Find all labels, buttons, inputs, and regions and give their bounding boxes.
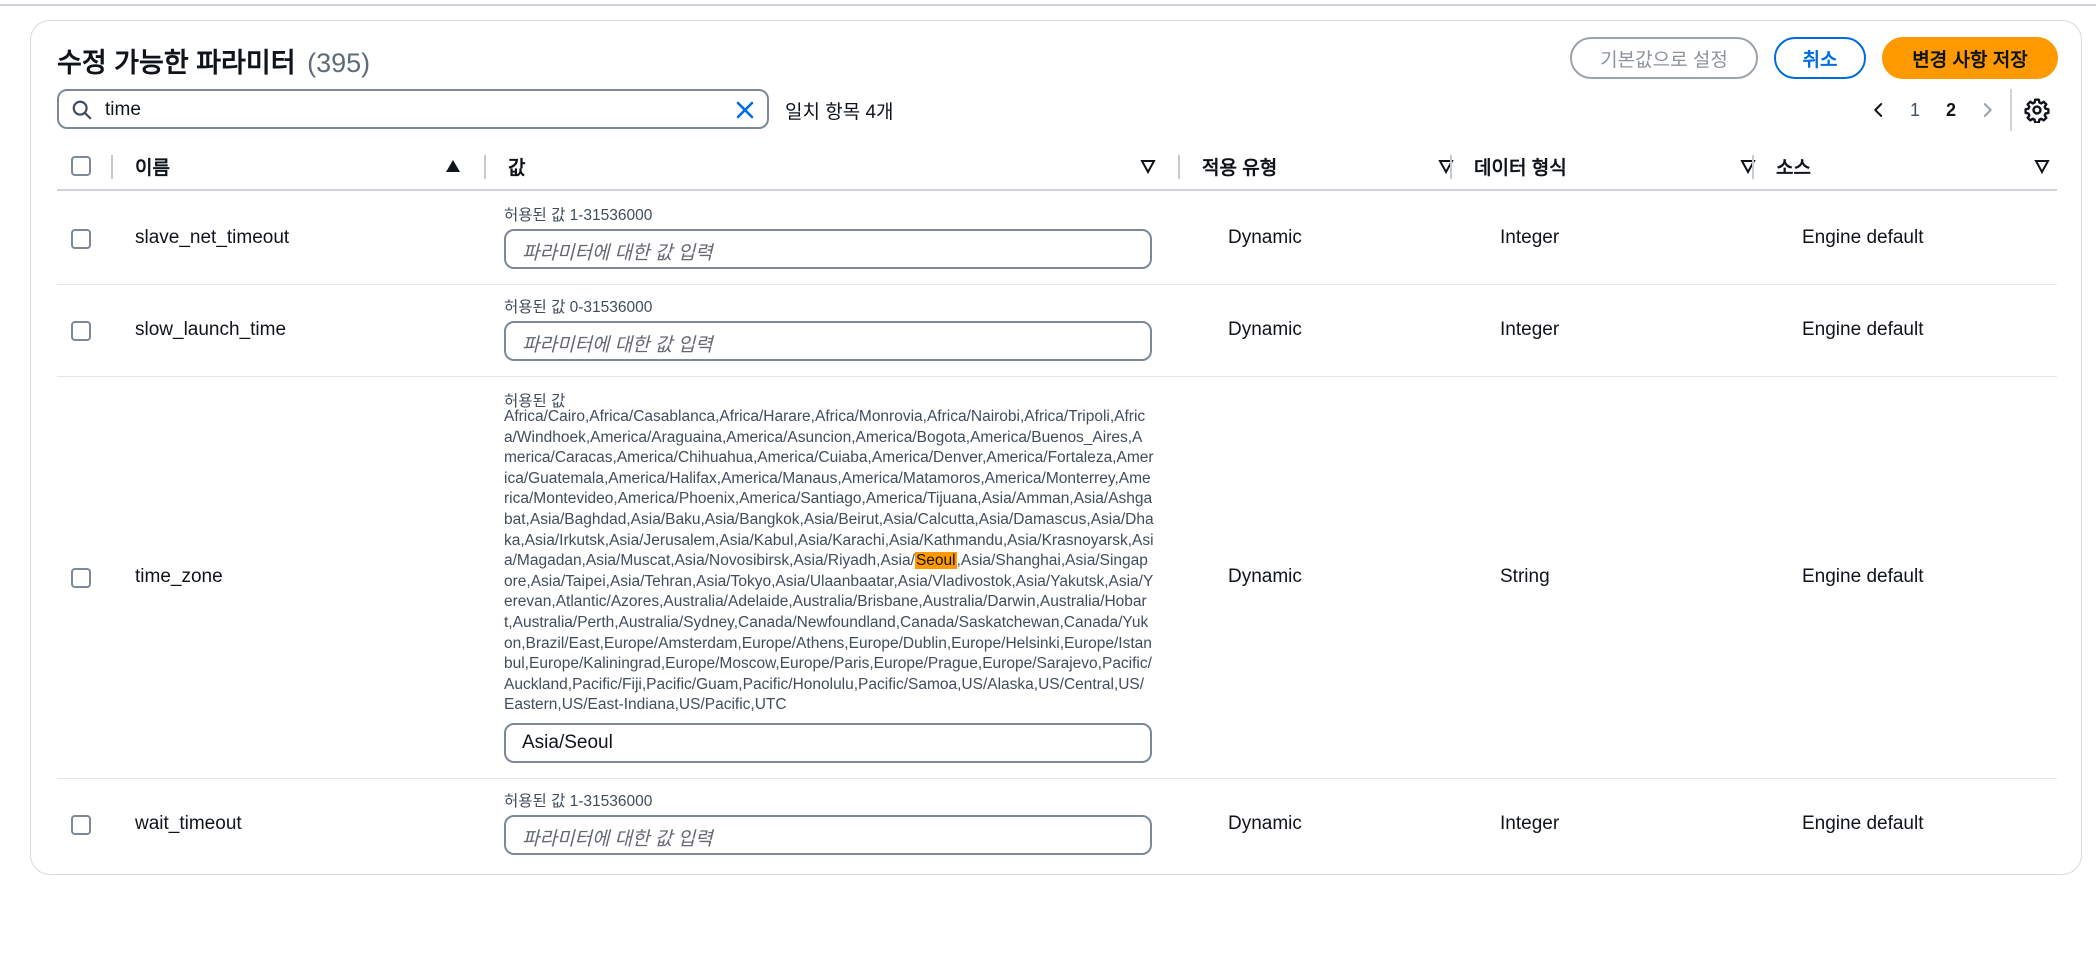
source: Engine default: [1802, 319, 1924, 340]
row-checkbox[interactable]: [71, 815, 91, 835]
table-row: slow_launch_time 허용된 값 0-31536000 파라미터에 …: [57, 285, 2057, 377]
pagination-divider: [2010, 89, 2012, 131]
row-checkbox[interactable]: [71, 568, 91, 588]
gear-icon[interactable]: [2024, 97, 2050, 123]
search-input[interactable]: time: [57, 89, 769, 129]
save-changes-button[interactable]: 변경 사항 저장: [1882, 37, 2058, 79]
sort-icon[interactable]: [2034, 158, 2050, 174]
column-header-value-label: 값: [508, 157, 526, 179]
parameter-name: slave_net_timeout: [135, 227, 290, 248]
parameter-value-input[interactable]: 파라미터에 대한 값 입력: [504, 229, 1152, 269]
column-divider: [1752, 155, 1754, 179]
apply-type: Dynamic: [1228, 566, 1302, 587]
column-header-apply-type-label: 적용 유형: [1202, 157, 1278, 179]
column-header-source-label: 소스: [1776, 157, 1811, 179]
search-match-highlight: Seoul: [914, 552, 957, 570]
column-header-value[interactable]: 값: [508, 143, 1178, 189]
page-1-button[interactable]: 1: [1897, 93, 1933, 127]
parameter-value-placeholder: 파라미터에 대한 값 입력: [522, 335, 713, 356]
parameter-count: (395): [307, 48, 371, 78]
column-divider: [1178, 155, 1180, 179]
apply-type: Dynamic: [1228, 227, 1302, 248]
allowed-values-text: ,Asia/Shanghai,Asia/Singapore,Asia/Taipe…: [504, 552, 1154, 714]
column-header-apply-type[interactable]: 적용 유형: [1202, 143, 1472, 189]
previous-page-button[interactable]: [1861, 93, 1897, 127]
data-type: Integer: [1500, 227, 1560, 248]
allowed-values-label: 허용된 값 0-31536000: [504, 299, 653, 316]
chevron-right-icon: [1983, 103, 1992, 117]
apply-type: Dynamic: [1228, 813, 1302, 834]
row-checkbox[interactable]: [71, 321, 91, 341]
apply-type: Dynamic: [1228, 319, 1302, 340]
editable-parameters-panel: 수정 가능한 파라미터 (395) 기본값으로 설정 취소 변경 사항 저장 t…: [30, 20, 2082, 875]
parameter-value-placeholder: 파라미터에 대한 값 입력: [522, 243, 713, 264]
parameter-value: Asia/Seoul: [522, 732, 613, 753]
table-row: time_zone 허용된 값 Africa/Cairo,Africa/Casa…: [57, 377, 2057, 779]
allowed-values-label: 허용된 값 1-31536000: [504, 793, 653, 810]
select-all-checkbox[interactable]: [71, 156, 91, 176]
reset-to-default-button[interactable]: 기본값으로 설정: [1570, 37, 1758, 79]
page-title-text: 수정 가능한 파라미터: [57, 48, 296, 78]
page-2-button[interactable]: 2: [1933, 93, 1969, 127]
column-divider: [111, 155, 113, 179]
parameter-value-input[interactable]: 파라미터에 대한 값 입력: [504, 321, 1152, 361]
next-page-button[interactable]: [1969, 93, 2005, 127]
parameter-value-input[interactable]: Asia/Seoul: [504, 723, 1152, 763]
search-input-value[interactable]: time: [105, 99, 141, 121]
allowed-values-list: Africa/Cairo,Africa/Casablanca,Africa/Ha…: [504, 407, 1154, 716]
column-divider: [1450, 155, 1452, 179]
pagination: 1 2: [1861, 93, 2005, 127]
search-icon: [72, 100, 92, 120]
parameter-value-placeholder: 파라미터에 대한 값 입력: [522, 829, 713, 850]
allowed-values-text: Africa/Cairo,Africa/Casablanca,Africa/Ha…: [504, 408, 1154, 570]
source: Engine default: [1802, 566, 1924, 587]
column-header-data-type[interactable]: 데이터 형식: [1474, 143, 1774, 189]
clear-search-icon[interactable]: [733, 98, 757, 122]
top-divider: [0, 0, 2096, 6]
column-header-name[interactable]: 이름: [135, 143, 465, 189]
table-row: wait_timeout 허용된 값 1-31536000 파라미터에 대한 값…: [57, 779, 2057, 871]
match-count-text: 일치 항목 4개: [785, 102, 894, 123]
parameter-name: slow_launch_time: [135, 319, 287, 340]
source: Engine default: [1802, 227, 1924, 248]
chevron-left-icon: [1874, 103, 1883, 117]
sort-ascending-icon[interactable]: [445, 158, 461, 174]
column-header-name-label: 이름: [135, 157, 170, 179]
table-row: slave_net_timeout 허용된 값 1-31536000 파라미터에…: [57, 193, 2057, 285]
allowed-values-label: 허용된 값 1-31536000: [504, 207, 653, 224]
page-title: 수정 가능한 파라미터 (395): [57, 41, 370, 80]
sort-icon[interactable]: [1140, 158, 1156, 174]
parameter-value-input[interactable]: 파라미터에 대한 값 입력: [504, 815, 1152, 855]
cancel-button[interactable]: 취소: [1774, 37, 1866, 79]
table-header: 이름 값 적용 유형 데이터 형식 소스: [57, 143, 2057, 191]
row-checkbox[interactable]: [71, 229, 91, 249]
data-type: Integer: [1500, 319, 1560, 340]
column-header-data-type-label: 데이터 형식: [1474, 157, 1567, 179]
column-divider: [484, 155, 486, 179]
parameter-name: time_zone: [135, 566, 223, 587]
column-header-source[interactable]: 소스: [1776, 143, 2056, 189]
data-type: Integer: [1500, 813, 1560, 834]
source: Engine default: [1802, 813, 1924, 834]
parameter-name: wait_timeout: [135, 813, 242, 834]
data-type: String: [1500, 566, 1550, 587]
